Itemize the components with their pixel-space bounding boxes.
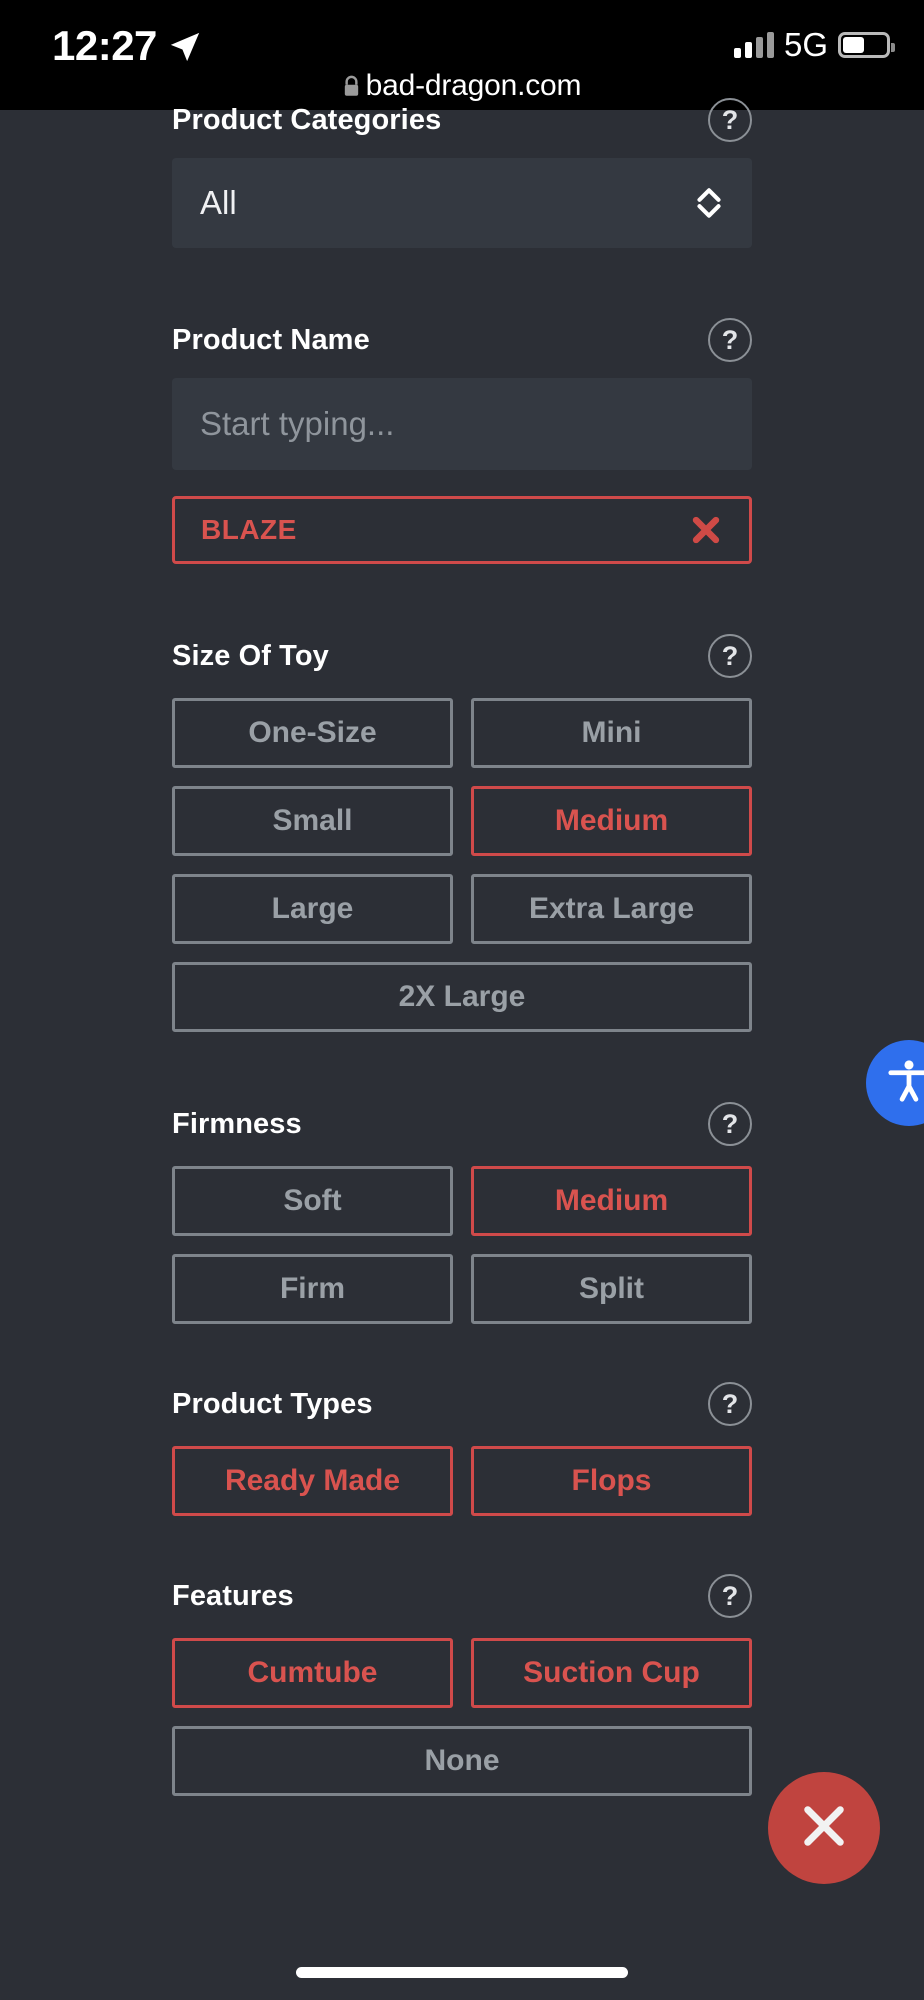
size-option-2x-large[interactable]: 2X Large [172,962,752,1032]
product-categories-select[interactable]: All [172,158,752,248]
size-option-large[interactable]: Large [172,874,453,944]
size-option-small[interactable]: Small [172,786,453,856]
selected-product-chip[interactable]: BLAZE [172,496,752,564]
section-features: Features ? Cumtube Suction Cup None [172,1568,752,1796]
close-x-icon[interactable] [689,513,723,547]
firmness-option-firm[interactable]: Firm [172,1254,453,1324]
network-type-label: 5G [783,26,828,63]
help-icon[interactable]: ? [708,1102,752,1146]
product-categories-title: Product Categories [172,103,442,136]
size-option-medium[interactable]: Medium [471,786,752,856]
product-categories-value: All [200,184,237,221]
size-option-extra-large[interactable]: Extra Large [471,874,752,944]
section-header: Features ? [172,1568,752,1624]
size-option-one-size[interactable]: One-Size [172,698,453,768]
product-name-input[interactable]: Start typing... [172,378,752,470]
feature-option-suction-cup[interactable]: Suction Cup [471,1638,752,1708]
section-header: Product Categories ? [172,92,752,148]
close-filter-panel-button[interactable] [768,1772,880,1884]
section-firmness: Firmness ? Soft Medium Firm Split [172,1096,752,1324]
help-icon[interactable]: ? [708,98,752,142]
feature-option-cumtube[interactable]: Cumtube [172,1638,453,1708]
size-of-toy-options: One-Size Mini Small Medium Large Extra L… [172,698,752,1032]
status-bar-right-cluster: 5G [733,26,895,64]
product-types-options: Ready Made Flops [172,1446,752,1516]
firmness-title: Firmness [172,1107,302,1140]
help-icon[interactable]: ? [708,634,752,678]
product-name-title: Product Name [172,323,370,356]
battery-icon [838,32,895,58]
close-x-icon [794,1796,854,1861]
firmness-options: Soft Medium Firm Split [172,1166,752,1324]
section-product-types: Product Types ? Ready Made Flops [172,1376,752,1516]
cellular-signal-icon [733,32,774,58]
firmness-option-split[interactable]: Split [471,1254,752,1324]
chip-label: BLAZE [201,514,297,545]
help-icon[interactable]: ? [708,1382,752,1426]
section-header: Product Name ? [172,312,752,368]
mobile-screen: 12:27 5G bad-dragon.com Product Categori… [0,0,924,2000]
section-header: Product Types ? [172,1376,752,1432]
firmness-option-soft[interactable]: Soft [172,1166,453,1236]
product-type-option-ready-made[interactable]: Ready Made [172,1446,453,1516]
help-icon[interactable]: ? [708,318,752,362]
size-of-toy-title: Size Of Toy [172,639,329,672]
section-product-name: Product Name ? Start typing... BLAZE [172,312,752,564]
features-options: Cumtube Suction Cup None [172,1638,752,1796]
features-title: Features [172,1579,294,1612]
feature-option-none[interactable]: None [172,1726,752,1796]
product-type-option-flops[interactable]: Flops [471,1446,752,1516]
home-indicator [296,1967,628,1978]
section-size-of-toy: Size Of Toy ? One-Size Mini Small Medium… [172,628,752,1032]
size-option-mini[interactable]: Mini [471,698,752,768]
location-arrow-icon [168,30,202,64]
section-product-categories: Product Categories ? All [172,92,752,248]
section-header: Firmness ? [172,1096,752,1152]
filter-panel: Product Categories ? All Product Name ? … [0,98,924,1938]
product-name-placeholder: Start typing... [200,405,395,442]
section-header: Size Of Toy ? [172,628,752,684]
firmness-option-medium[interactable]: Medium [471,1166,752,1236]
accessibility-person-icon [883,1055,924,1112]
product-types-title: Product Types [172,1387,373,1420]
help-icon[interactable]: ? [708,1574,752,1618]
chevron-updown-icon [692,184,726,222]
